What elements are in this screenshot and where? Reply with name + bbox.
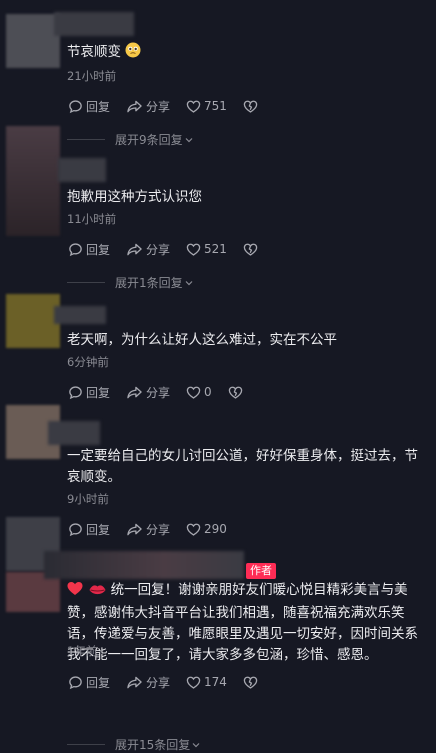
reply-text: 统一回复！谢谢亲朋好友们暖心悦目精彩美言与美赞，感谢伟大抖音平台让我们相遇，随喜… (67, 580, 423, 666)
comment-text: 节哀顺变 (67, 42, 427, 65)
comment-text: 老天啊，为什么让好人这么难过，实在不公平 (67, 332, 337, 348)
username-blurred[interactable] (54, 306, 106, 324)
divider-line (67, 282, 105, 283)
comment-text: 抱歉用这种方式认识您 (67, 189, 202, 205)
comment-text-content: 节哀顺变 (67, 44, 121, 60)
share-label: 分享 (146, 385, 171, 400)
reply-button[interactable]: 回复 (68, 241, 110, 258)
comment-actions: 回复 分享 751 (68, 97, 277, 115)
share-arrow-icon (127, 243, 142, 255)
chevron-down-icon (192, 742, 200, 747)
comment-bubble-icon (69, 99, 82, 113)
red-heart-emoji-icon (67, 581, 83, 603)
avatar[interactable] (6, 14, 60, 68)
pleading-face-emoji-icon (125, 42, 141, 65)
like-count: 174 (204, 675, 227, 689)
heart-outline-icon (186, 386, 201, 399)
reply-button[interactable]: 回复 (68, 674, 110, 691)
share-button[interactable]: 分享 (126, 384, 170, 401)
comment-time: 9小时前 (67, 492, 109, 506)
divider-line (67, 744, 105, 745)
share-arrow-icon (127, 523, 142, 535)
username-blurred[interactable] (54, 12, 134, 36)
comment-time: 6分钟前 (67, 355, 109, 369)
like-count: 751 (204, 99, 227, 113)
dislike-button[interactable] (243, 675, 261, 690)
expand-replies-button[interactable]: 展开9条回复 (67, 131, 194, 148)
author-tag: 作者 (246, 559, 276, 579)
share-button[interactable]: 分享 (126, 521, 170, 538)
username-blurred[interactable] (58, 158, 106, 182)
broken-heart-icon (243, 676, 258, 689)
comment-bubble-icon (69, 242, 82, 256)
reply-label: 回复 (86, 242, 111, 257)
reply-label: 回复 (86, 522, 111, 537)
lips-emoji-icon (89, 582, 106, 603)
share-button[interactable]: 分享 (126, 241, 170, 258)
avatar[interactable] (6, 126, 60, 236)
like-count: 521 (204, 242, 227, 256)
comment-actions: 回复 分享 290 (68, 520, 243, 538)
share-label: 分享 (146, 675, 171, 690)
dislike-button[interactable] (243, 242, 261, 257)
username-blurred[interactable] (48, 421, 100, 445)
reply-button[interactable]: 回复 (68, 521, 110, 538)
share-label: 分享 (146, 242, 171, 257)
comment-time: 11小时前 (67, 212, 117, 226)
like-button[interactable]: 290 (186, 522, 227, 537)
expand-label: 展开9条回复 (115, 133, 183, 147)
chevron-down-icon (185, 137, 193, 142)
comment-bubble-icon (69, 675, 82, 689)
avatar[interactable] (6, 294, 60, 348)
comment-bubble-icon (69, 385, 82, 399)
reply-label: 回复 (86, 675, 111, 690)
heart-outline-icon (186, 243, 201, 256)
share-arrow-icon (127, 386, 142, 398)
chevron-down-icon (185, 280, 193, 285)
comment-actions: 回复 分享 0 (68, 383, 262, 401)
like-count: 0 (204, 385, 212, 399)
expand-replies-button[interactable]: 展开15条回复 (67, 736, 201, 753)
broken-heart-icon (243, 243, 258, 256)
reply-text-content: 统一回复！谢谢亲朋好友们暖心悦目精彩美言与美赞，感谢伟大抖音平台让我们相遇，随喜… (67, 582, 418, 663)
comment-actions: 回复 分享 521 (68, 240, 277, 258)
like-button[interactable]: 174 (186, 675, 227, 690)
divider-line (67, 139, 105, 140)
share-arrow-icon (127, 100, 142, 112)
broken-heart-icon (243, 100, 258, 113)
reply-button[interactable]: 回复 (68, 98, 110, 115)
reply-time: 1年前 (67, 644, 98, 658)
username-blurred[interactable] (44, 551, 244, 579)
like-count: 290 (204, 522, 227, 536)
heart-outline-icon (186, 523, 201, 536)
heart-outline-icon (186, 676, 201, 689)
like-button[interactable]: 751 (186, 99, 227, 114)
author-tag-label: 作者 (246, 563, 276, 579)
expand-label: 展开1条回复 (115, 276, 183, 290)
share-button[interactable]: 分享 (126, 98, 170, 115)
comment-time: 21小时前 (67, 69, 117, 83)
share-label: 分享 (146, 522, 171, 537)
reply-label: 回复 (86, 385, 111, 400)
reply-actions: 回复 分享 174 (68, 673, 277, 691)
expand-replies-button[interactable]: 展开1条回复 (67, 274, 194, 291)
share-arrow-icon (127, 676, 142, 688)
dislike-button[interactable] (243, 99, 261, 114)
comment-bubble-icon (69, 522, 82, 536)
reply-button[interactable]: 回复 (68, 384, 110, 401)
dislike-button[interactable] (228, 385, 246, 400)
expand-label: 展开15条回复 (115, 738, 191, 752)
reply-label: 回复 (86, 99, 111, 114)
heart-outline-icon (186, 100, 201, 113)
comment-text: 一定要给自己的女儿讨回公道，好好保重身体，挺过去，节哀顺变。 (67, 448, 418, 485)
share-label: 分享 (146, 99, 171, 114)
like-button[interactable]: 521 (186, 242, 227, 257)
broken-heart-icon (228, 386, 242, 399)
like-button[interactable]: 0 (186, 385, 212, 400)
share-button[interactable]: 分享 (126, 674, 170, 691)
